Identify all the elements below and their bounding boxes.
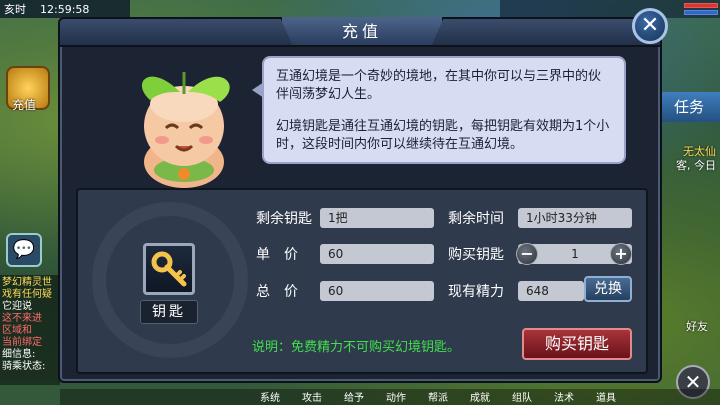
hud-status-bar — [500, 0, 720, 18]
chat-line: 区域和 — [2, 325, 32, 336]
task-button[interactable]: 任务 — [658, 92, 720, 122]
hud-time-bar: 亥时 12:59:58 — [0, 0, 130, 18]
chat-log: 梦幻精灵世 戏有任何疑 它迎说 这不来进 区域和 当前绑定 细信息: 骑乘状态: — [0, 275, 60, 385]
dialog-title: 充值 — [280, 17, 444, 47]
hud-time: 12:59:58 — [40, 2, 90, 16]
menu-team[interactable]: 组队 — [512, 389, 532, 405]
friend-button[interactable]: 好友 — [686, 318, 708, 334]
remaining-time-label: 剩余时间 — [448, 211, 504, 227]
menu-attack[interactable]: 攻击 — [302, 389, 322, 405]
menu-system[interactable]: 系统 — [260, 389, 280, 405]
recharge-side-label: 充值 — [12, 98, 37, 112]
menu-give[interactable]: 给予 — [344, 389, 364, 405]
buy-keys-button[interactable]: 购买钥匙 — [522, 328, 632, 360]
chat-line: 骑乘状态: — [2, 361, 46, 372]
current-energy-label: 现有精力 — [448, 284, 504, 300]
mascot-illustration — [141, 72, 230, 188]
chat-line: 戏有任何疑 — [2, 289, 52, 300]
purchase-hint: 说明：免费精力不可购买幻境钥匙。 — [252, 340, 461, 355]
total-price-label: 总 价 — [256, 284, 298, 300]
chat-line: 当前绑定 — [2, 337, 42, 348]
remaining-keys-value: 1把 — [320, 208, 434, 228]
chat-line: 梦幻精灵世 — [2, 277, 52, 288]
buy-keys-label: 购买钥匙 — [448, 247, 504, 263]
notice-line: 客, 今日 — [676, 159, 716, 172]
exchange-button[interactable]: 兑换 — [584, 276, 632, 302]
menu-skill[interactable]: 法术 — [554, 389, 574, 405]
hud-period: 亥时 — [4, 3, 26, 16]
intro-speech-bubble: 互通幻境是一个奇妙的境地，在其中你可以与三界中的伙伴闯荡梦幻人生。 幻境钥匙是通… — [252, 56, 626, 164]
chat-line: 这不来进 — [2, 313, 42, 324]
total-price-value: 60 — [320, 281, 434, 301]
menu-guild[interactable]: 帮派 — [428, 389, 448, 405]
menu-action[interactable]: 动作 — [386, 389, 406, 405]
notice-line: 无太仙 — [683, 145, 716, 158]
plus-button[interactable]: + — [610, 243, 632, 265]
menu-item[interactable]: 道具 — [596, 389, 616, 405]
intro-paragraph-2: 幻境钥匙是通往互通幻境的钥匙，每把钥匙有效期为1个小时，这段时间内你可以继续待在… — [276, 119, 610, 152]
remaining-time-value: 1小时33分钟 — [518, 208, 632, 228]
hp-bar — [684, 3, 718, 8]
bottom-menu-bar: 系统 攻击 给予 动作 帮派 成就 组队 法术 道具 — [60, 389, 720, 405]
key-icon — [151, 251, 187, 287]
unit-price-label: 单 价 — [256, 247, 298, 263]
chat-icon[interactable]: 💬 — [6, 233, 42, 267]
current-energy-value: 648 — [518, 281, 584, 301]
remaining-keys-label: 剩余钥匙 — [256, 211, 312, 227]
minus-button[interactable]: − — [516, 243, 538, 265]
close-icon[interactable]: ✕ — [632, 8, 668, 44]
unit-price-value: 60 — [320, 244, 434, 264]
key-item-slot[interactable] — [143, 243, 195, 295]
menu-achievement[interactable]: 成就 — [470, 389, 490, 405]
intro-paragraph-1: 互通幻境是一个奇妙的境地，在其中你可以与三界中的伙伴闯荡梦幻人生。 — [276, 69, 602, 102]
mp-bar — [684, 10, 718, 15]
chat-line: 它迎说 — [2, 301, 32, 312]
chat-line: 细信息: — [2, 349, 36, 360]
key-item-label: 钥匙 — [140, 300, 198, 324]
right-notice: 无太仙 客, 今日 — [676, 145, 716, 173]
